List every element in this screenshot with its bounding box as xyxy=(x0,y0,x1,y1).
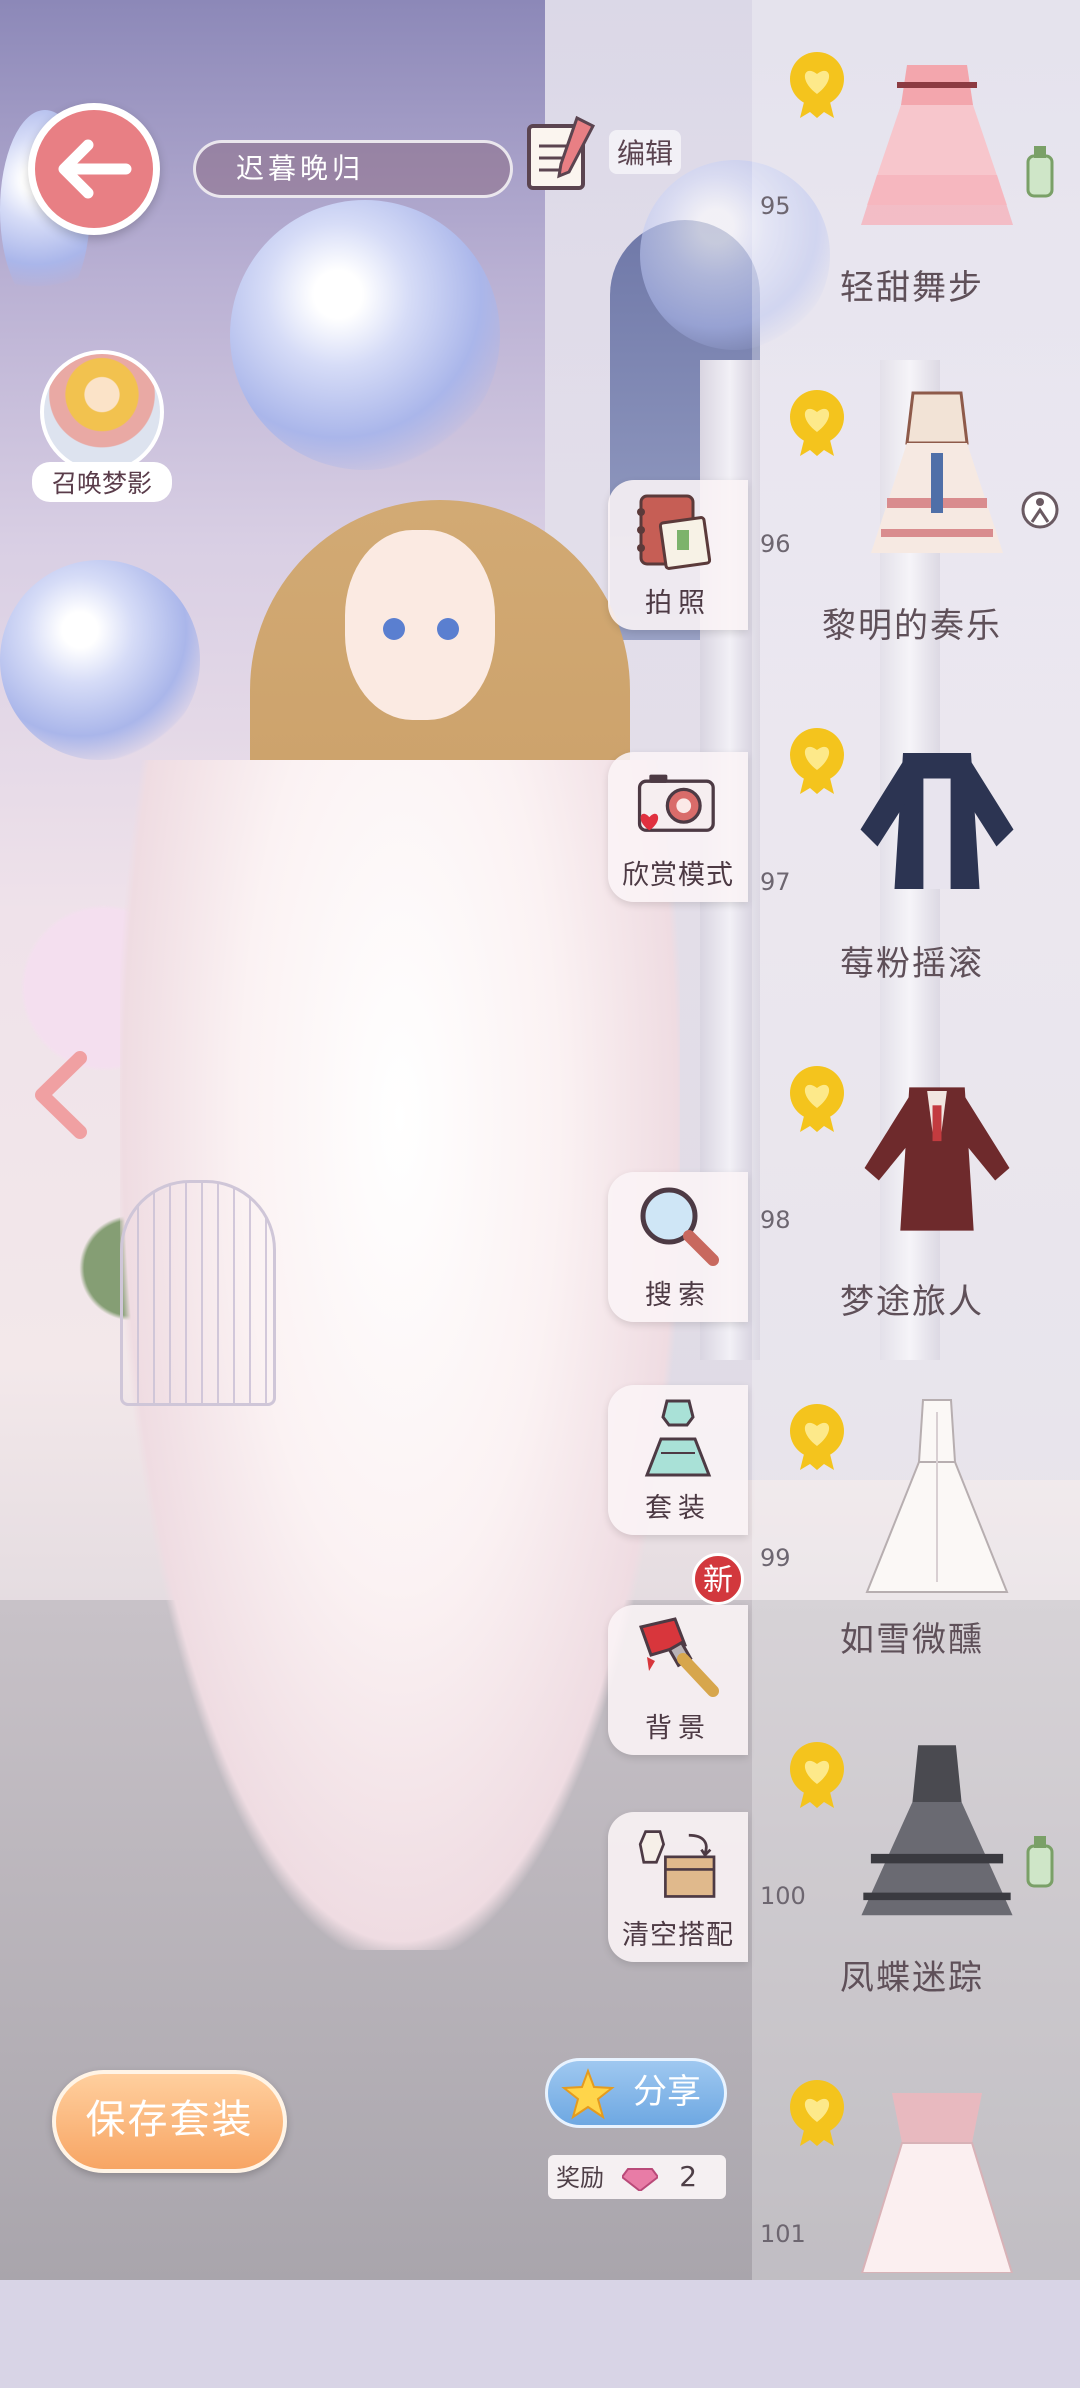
suits-button[interactable]: 套装 xyxy=(608,1385,748,1535)
dress-suit-icon xyxy=(644,1399,712,1477)
character-eye xyxy=(383,618,405,640)
summon-label: 召唤梦影 xyxy=(32,462,172,502)
suits-label: 套装 xyxy=(645,1493,711,1524)
gold-heart-medal-icon xyxy=(788,1064,846,1134)
white-gown-icon xyxy=(852,1394,1022,1599)
gold-heart-medal-icon xyxy=(788,50,846,120)
item-name: 如雪微醺 xyxy=(840,1620,984,1660)
tag-icon xyxy=(1020,142,1060,202)
item-name: 黎明的奏乐 xyxy=(822,606,1002,646)
cream-layered-dress-icon xyxy=(852,380,1022,585)
clear-outfit-label: 清空搭配 xyxy=(622,1920,734,1951)
birdcage-accessory xyxy=(120,1180,276,1406)
item-name: 莓粉摇滚 xyxy=(840,944,984,984)
magnifier-icon xyxy=(640,1187,719,1266)
photo-label: 拍照 xyxy=(645,588,711,619)
clear-box-icon xyxy=(638,1830,716,1898)
appreciate-mode-button[interactable]: 欣赏模式 xyxy=(608,752,748,902)
clear-outfit-button[interactable]: 清空搭配 xyxy=(608,1812,748,1962)
list-item[interactable]: 100 凤蝶迷踪 xyxy=(752,1712,1080,2050)
pink-gem-icon xyxy=(621,2168,658,2191)
item-number: 98 xyxy=(760,1206,791,1234)
item-name: 凤蝶迷踪 xyxy=(840,1958,984,1998)
outfit-name-field[interactable]: 迟暮晚归 xyxy=(193,140,513,198)
summon-button[interactable]: 召唤梦影 xyxy=(32,350,172,510)
list-item[interactable]: 95 轻甜舞步 xyxy=(752,22,1080,360)
search-button[interactable]: 搜索 xyxy=(608,1172,748,1322)
burgundy-coat-icon xyxy=(852,1056,1022,1261)
flower-orb-decoration xyxy=(0,560,200,760)
background-label: 背景 xyxy=(645,1713,711,1744)
gold-heart-medal-icon xyxy=(788,1402,846,1472)
photo-album-icon xyxy=(637,494,712,570)
item-number: 101 xyxy=(760,2220,806,2248)
flower-orb-decoration xyxy=(230,200,500,470)
pink-ruffle-dress-icon xyxy=(852,42,1022,247)
list-item[interactable]: 97 莓粉摇滚 xyxy=(752,698,1080,1036)
item-number: 99 xyxy=(760,1544,791,1572)
character-face xyxy=(345,530,495,720)
edit-button[interactable]: 编辑 xyxy=(525,112,685,192)
reward-count: 2 xyxy=(679,2160,698,2193)
person-badge-icon xyxy=(1020,480,1060,540)
item-number: 96 xyxy=(760,530,791,558)
summon-avatar xyxy=(40,350,164,474)
chevron-left-icon xyxy=(35,1051,87,1139)
item-number: 100 xyxy=(760,1882,806,1910)
appreciate-mode-label: 欣赏模式 xyxy=(622,860,734,891)
gold-heart-medal-icon xyxy=(788,2078,846,2148)
tag-icon xyxy=(1020,1832,1060,1892)
edit-label: 编辑 xyxy=(609,130,682,174)
star-wand-icon xyxy=(561,2068,615,2120)
list-item[interactable]: 96 黎明的奏乐 xyxy=(752,360,1080,698)
paint-brush-icon xyxy=(639,1617,719,1697)
notepad-pencil-icon xyxy=(527,115,596,190)
share-label: 分享 xyxy=(633,2072,701,2112)
list-item[interactable]: 99 如雪微醺 xyxy=(752,1374,1080,1712)
navy-jacket-icon xyxy=(852,718,1022,923)
previous-arrow[interactable] xyxy=(30,1050,90,1140)
new-badge: 新 xyxy=(692,1553,744,1605)
character-eye xyxy=(437,618,459,640)
save-outfit-button[interactable]: 保存套装 xyxy=(52,2070,287,2173)
black-butterfly-dress-icon xyxy=(852,1732,1022,1937)
search-label: 搜索 xyxy=(645,1280,711,1311)
list-item[interactable]: 98 梦途旅人 xyxy=(752,1036,1080,1374)
share-button[interactable]: 分享 xyxy=(545,2058,727,2128)
item-name: 梦途旅人 xyxy=(840,1282,984,1322)
photo-button[interactable]: 拍照 xyxy=(608,480,748,630)
item-number: 97 xyxy=(760,868,791,896)
item-name: 轻甜舞步 xyxy=(840,268,984,308)
reward-label: 奖励 xyxy=(556,2164,604,2192)
list-item[interactable]: 101 xyxy=(752,2050,1080,2388)
gold-heart-medal-icon xyxy=(788,388,846,458)
clothing-list[interactable]: 95 轻甜舞步 96 黎明的奏乐 97 莓粉摇滚 98 梦途旅人 99 如雪微醺… xyxy=(752,0,1080,2280)
arrow-left-icon xyxy=(58,139,132,199)
item-number: 95 xyxy=(760,192,791,220)
gold-heart-medal-icon xyxy=(788,1740,846,1810)
camera-icon xyxy=(637,774,715,832)
blush-lace-gown-icon xyxy=(852,2070,1022,2275)
gold-heart-medal-icon xyxy=(788,726,846,796)
back-button[interactable] xyxy=(28,103,160,235)
share-reward: 奖励 2 xyxy=(548,2155,726,2199)
background-button[interactable]: 背景 xyxy=(608,1605,748,1755)
